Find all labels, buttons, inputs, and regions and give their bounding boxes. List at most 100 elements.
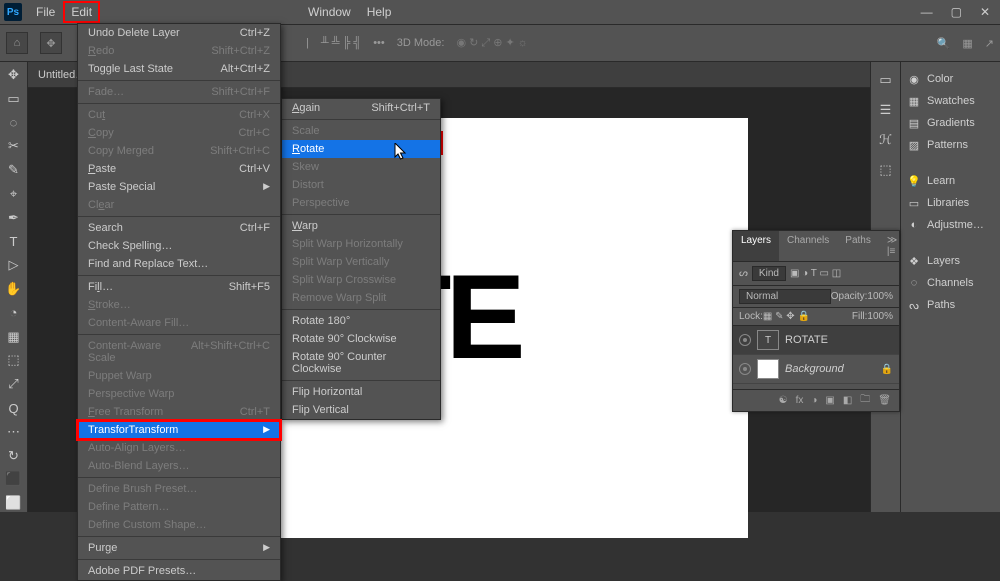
visibility-icon[interactable] [739, 363, 751, 375]
edit-paste[interactable]: PasteCtrl+V [78, 160, 280, 178]
close-button[interactable]: ✕ [980, 5, 990, 19]
shortcut: Shift+Ctrl+Z [211, 45, 270, 57]
layer-footer-icon-3[interactable]: ▣ [825, 395, 834, 406]
edit-check-spelling-[interactable]: Check Spelling… [78, 237, 280, 255]
shortcut: Alt+Ctrl+Z [220, 63, 270, 75]
tool-3[interactable]: ✂ [4, 137, 24, 155]
opt-dots[interactable]: ••• [373, 37, 385, 49]
rail-icon-1[interactable]: ☰ [876, 100, 896, 120]
tool-2[interactable]: ◌ [4, 114, 24, 132]
grid-icon[interactable]: ▦ [962, 37, 972, 50]
menu-edit[interactable]: Edit [63, 1, 100, 23]
edit-undo-delete-layer[interactable]: Undo Delete LayerCtrl+Z [78, 24, 280, 42]
lock-buttons[interactable]: ▦ ✎ ✥ 🔒 [763, 311, 810, 322]
submenu-label: Split Warp Crosswise [292, 274, 396, 286]
filter-icons[interactable]: ▣ ◑ T ▭ ◫ [790, 268, 841, 279]
panel-learn[interactable]: 💡Learn [905, 170, 996, 192]
panel-menu-icon[interactable]: ≫ |≡ [879, 231, 905, 261]
layer-footer-icon-2[interactable]: ◑ [811, 395, 817, 406]
layer-footer-icon-1[interactable]: fx [796, 395, 804, 406]
tool-6[interactable]: ✒ [4, 209, 24, 227]
rail-icon-3[interactable]: ⬚ [876, 160, 896, 180]
fill-value[interactable]: 100% [867, 311, 893, 322]
transform-rotate-180-[interactable]: Rotate 180° [282, 312, 440, 330]
tool-9[interactable]: ✋ [4, 280, 24, 298]
transform-rotate-90-counter-clockwise[interactable]: Rotate 90° Counter Clockwise [282, 348, 440, 378]
submenu-label: Again [292, 102, 320, 114]
layer-rotate[interactable]: TROTATE [733, 326, 899, 355]
tab-paths[interactable]: Paths [837, 231, 879, 261]
filter-kind[interactable]: Kind [752, 266, 786, 281]
home-icon[interactable]: ⌂ [6, 32, 28, 54]
edit-purge[interactable]: Purge▶ [78, 539, 280, 557]
submenu-label: Rotate 180° [292, 315, 350, 327]
mode-3d-icons[interactable]: ◉ ↻ ⤢ ⊕ ✦ ☼ [456, 36, 527, 50]
transform-again[interactable]: AgainShift+Ctrl+T [282, 99, 440, 117]
panel-libraries[interactable]: ▭Libraries [905, 192, 996, 214]
opt-icons[interactable]: ╨ ╩ ╠ ╣ [321, 37, 361, 49]
panel-swatches[interactable]: ▦Swatches [905, 90, 996, 112]
panel-color[interactable]: ◉Color [905, 68, 996, 90]
rail-icon-2[interactable]: ℋ [876, 130, 896, 150]
minimize-button[interactable]: — [921, 5, 933, 19]
edit-search[interactable]: SearchCtrl+F [78, 219, 280, 237]
submenu-label: Rotate [292, 143, 324, 155]
share-icon[interactable]: ↗ [985, 37, 994, 50]
transform-warp[interactable]: Warp [282, 217, 440, 235]
tool-15[interactable]: ⋯ [4, 423, 24, 441]
panel-adjustme…[interactable]: ◐Adjustme… [905, 214, 996, 236]
layer-background[interactable]: Background🔒 [733, 355, 899, 384]
tool-11[interactable]: ▦ [4, 328, 24, 346]
tool-1[interactable]: ▭ [4, 90, 24, 108]
edit-transform[interactable]: TransforTransform▶ [78, 421, 280, 439]
layer-footer-icon-5[interactable]: 🗀 [860, 392, 870, 409]
edit-content-aware-scale: Content-Aware ScaleAlt+Shift+Ctrl+C [78, 337, 280, 367]
edit-adobe-pdf-presets-[interactable]: Adobe PDF Presets… [78, 562, 280, 580]
blend-mode[interactable]: Normal [739, 289, 831, 304]
tool-13[interactable]: ⤢ [4, 375, 24, 393]
tab-layers[interactable]: Layers [733, 231, 779, 261]
tool-17[interactable]: ⬛ [4, 471, 24, 489]
tool-4[interactable]: ✎ [4, 161, 24, 179]
filter-label: ᔕ [739, 268, 748, 279]
visibility-icon[interactable] [739, 334, 751, 346]
edit-paste-special[interactable]: Paste Special▶ [78, 178, 280, 196]
panel-gradients[interactable]: ▤Gradients [905, 112, 996, 134]
submenu-label: Skew [292, 161, 319, 173]
layer-footer-icon-6[interactable]: 🗑 [878, 395, 891, 406]
tool-7[interactable]: T [4, 233, 24, 251]
search-icon[interactable]: 🔍 [937, 37, 951, 50]
opacity-value[interactable]: 100% [867, 291, 893, 302]
menu-help[interactable]: Help [359, 1, 400, 23]
panel-paths[interactable]: ᔓPaths [905, 294, 996, 316]
layer-footer-icon-0[interactable]: ☯ [779, 395, 788, 406]
edit-find-and-replace-text-[interactable]: Find and Replace Text… [78, 255, 280, 273]
tool-10[interactable]: ◔ [4, 304, 24, 322]
transform-flip-horizontal[interactable]: Flip Horizontal [282, 383, 440, 401]
move-tool-icon[interactable]: ✥ [40, 32, 62, 54]
panel-layers[interactable]: ❖Layers [905, 250, 996, 272]
tool-5[interactable]: ⌖ [4, 185, 24, 203]
menu-window[interactable]: Window [300, 1, 359, 23]
tool-12[interactable]: ⬚ [4, 352, 24, 370]
panel-patterns[interactable]: ▨Patterns [905, 134, 996, 156]
rail-icon-0[interactable]: ▭ [876, 70, 896, 90]
transform-flip-vertical[interactable]: Flip Vertical [282, 401, 440, 419]
transform-rotate-90-clockwise[interactable]: Rotate 90° Clockwise [282, 330, 440, 348]
maximize-button[interactable]: ▢ [951, 5, 962, 19]
edit-fill-[interactable]: Fill…Shift+F5 [78, 278, 280, 296]
transform-rotate[interactable]: Rotate [282, 140, 440, 158]
tool-16[interactable]: ↻ [4, 447, 24, 465]
menu-file[interactable]: File [28, 1, 63, 23]
edit-toggle-last-state[interactable]: Toggle Last StateAlt+Ctrl+Z [78, 60, 280, 78]
tool-8[interactable]: ▷ [4, 256, 24, 274]
tool-14[interactable]: Q [4, 399, 24, 417]
tool-0[interactable]: ✥ [4, 66, 24, 84]
menu-label: Define Custom Shape… [88, 519, 207, 531]
submenu-label: Flip Vertical [292, 404, 349, 416]
edit-cut: CutCtrl+X [78, 106, 280, 124]
layer-footer-icon-4[interactable]: ◧ [843, 395, 852, 406]
panel-channels[interactable]: ◌Channels [905, 272, 996, 294]
tool-18[interactable]: ⬜ [4, 494, 24, 512]
tab-channels[interactable]: Channels [779, 231, 837, 261]
